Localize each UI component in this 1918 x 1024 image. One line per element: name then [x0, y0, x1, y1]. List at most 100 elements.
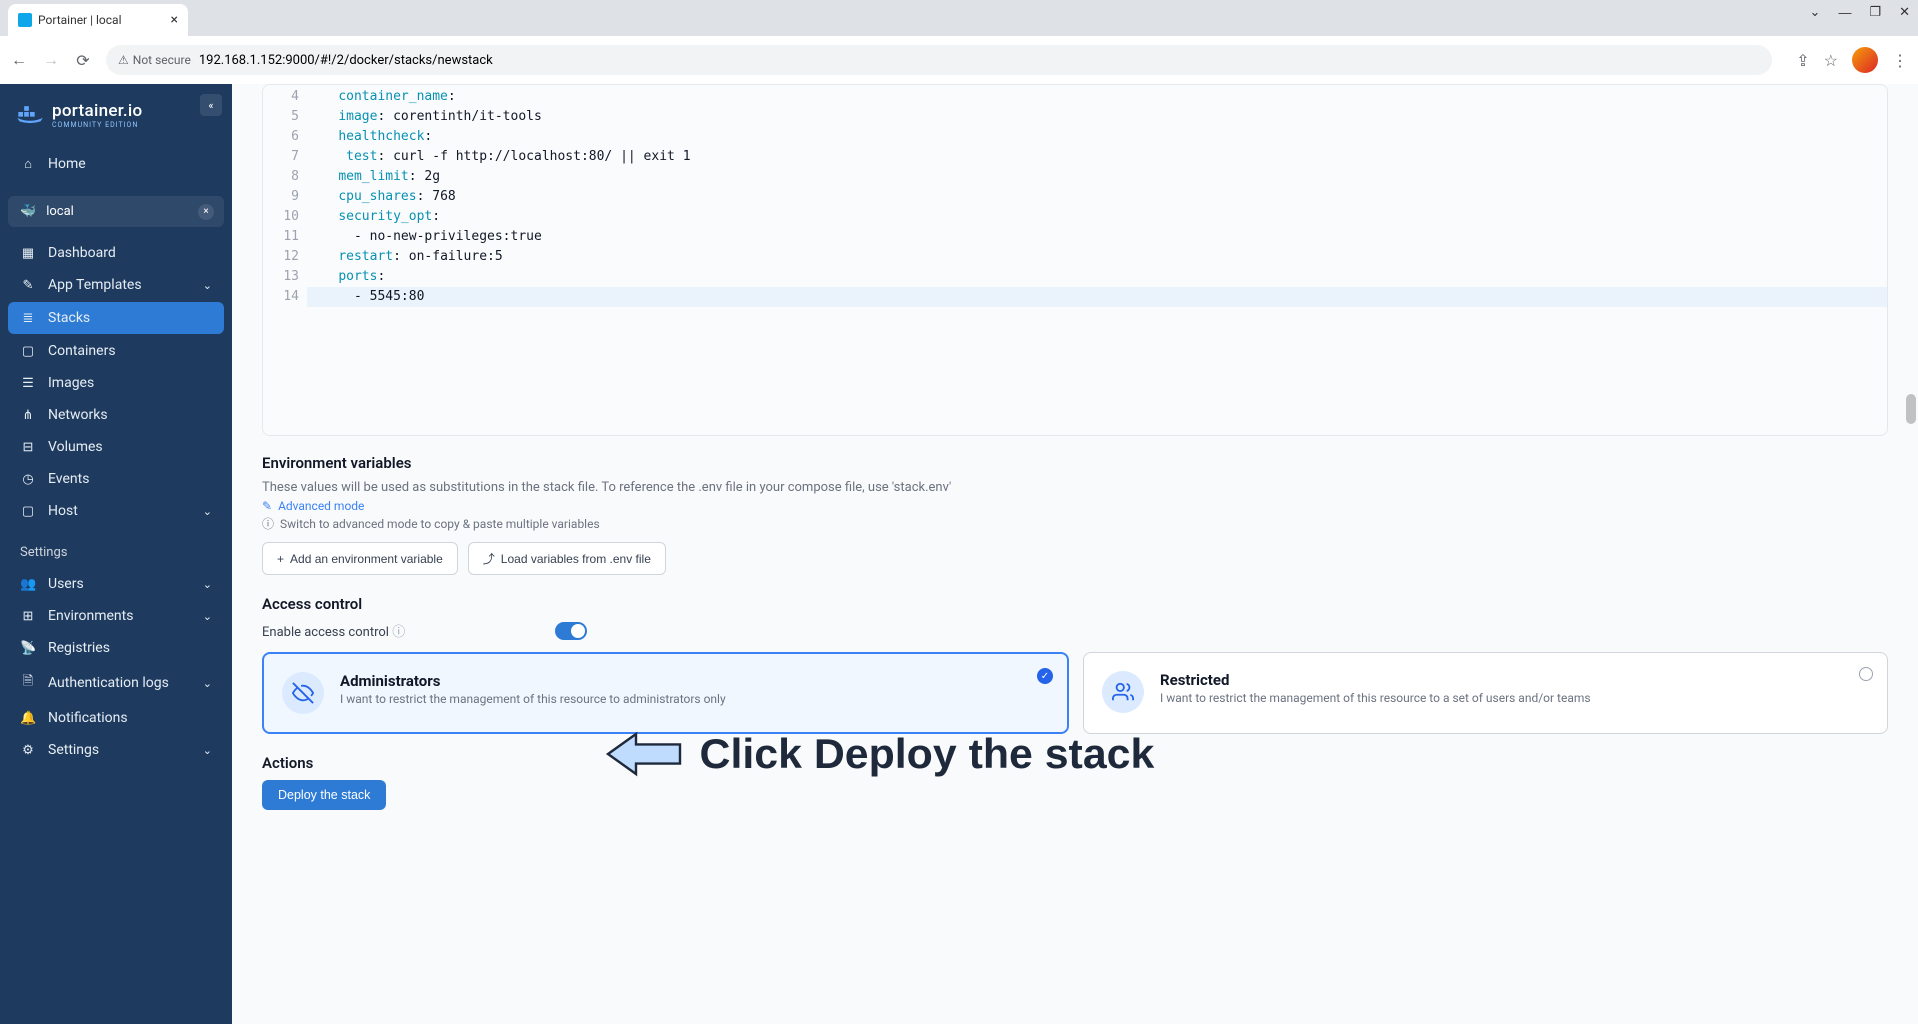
access-option-administrators[interactable]: Administrators I want to restrict the ma… [262, 652, 1069, 734]
docker-icon: 🐳 [20, 204, 36, 219]
chevron-down-icon[interactable]: ⌄ [1810, 4, 1821, 20]
sidebar-item-label: Containers [48, 343, 116, 359]
sidebar-item-label: Notifications [48, 710, 128, 726]
plus-icon: + [277, 552, 284, 566]
section-title: Access control [262, 595, 1888, 613]
environment-pill[interactable]: 🐳 local × [8, 196, 224, 227]
nav-icon: ⊟ [20, 440, 36, 455]
nav-icon: ✎ [20, 278, 36, 293]
env-button-row: + Add an environment variable ⤴ Load var… [262, 542, 1888, 575]
url-text: 192.168.1.152:9000/#!/2/docker/stacks/ne… [199, 53, 493, 68]
chevron-down-icon: ⌄ [203, 744, 212, 757]
sidebar-item-settings[interactable]: ⚙Settings⌄ [0, 734, 232, 766]
chevron-down-icon: ⌄ [203, 505, 212, 518]
minimize-icon[interactable]: ― [1838, 5, 1851, 20]
sidebar-item-label: Networks [48, 407, 108, 423]
card-desc: I want to restrict the management of thi… [340, 692, 726, 706]
access-control-toggle[interactable] [555, 622, 587, 640]
warning-icon: ⚠ [118, 53, 129, 67]
section-access-control: Access control Enable access control ⓘ A… [262, 595, 1888, 734]
tab-close-icon[interactable]: × [171, 12, 178, 28]
sidebar: « portainer.io COMMUNITY EDITION ⌂ Home … [0, 84, 232, 1024]
home-icon: ⌂ [20, 156, 36, 172]
env-help-text: These values will be used as substitutio… [262, 480, 1888, 495]
back-icon[interactable]: ← [10, 51, 28, 69]
window-controls: ⌄ ― ❐ ✕ [1810, 4, 1910, 20]
sidebar-item-home[interactable]: ⌂ Home [0, 148, 232, 180]
maximize-icon[interactable]: ❐ [1869, 4, 1881, 20]
sidebar-item-stacks[interactable]: ≣ Stacks [8, 302, 224, 334]
app-root: « portainer.io COMMUNITY EDITION ⌂ Home … [0, 84, 1918, 1024]
sidebar-item-images[interactable]: ☰Images [0, 367, 232, 399]
scrollbar-thumb[interactable] [1906, 394, 1916, 424]
sidebar-item-host[interactable]: ▢ Host ⌄ [0, 495, 232, 527]
browser-chrome: Portainer | local × ⌄ ― ❐ ✕ ← → ⟳ ⚠ Not … [0, 0, 1918, 84]
sidebar-item-label: Settings [48, 742, 99, 758]
browser-tab[interactable]: Portainer | local × [8, 4, 188, 36]
sidebar-item-notifications[interactable]: 🔔Notifications [0, 702, 232, 734]
sidebar-item-label: Host [48, 503, 78, 519]
chevron-down-icon: ⌄ [203, 578, 212, 591]
nav-icon: 📡 [20, 641, 36, 656]
security-badge[interactable]: ⚠ Not secure [118, 53, 191, 67]
bookmark-icon[interactable]: ☆ [1824, 51, 1838, 70]
enable-access-control-row: Enable access control ⓘ [262, 621, 1888, 640]
reload-icon[interactable]: ⟳ [74, 51, 92, 69]
sidebar-item-label: Events [48, 471, 89, 487]
forward-icon[interactable]: → [42, 51, 60, 69]
nav-icon: 👥 [20, 577, 36, 592]
card-title: Restricted [1160, 671, 1591, 689]
sidebar-item-label: Registries [48, 640, 110, 656]
close-window-icon[interactable]: ✕ [1899, 4, 1910, 20]
profile-avatar-icon[interactable] [1852, 47, 1878, 73]
addr-bar-right: ⇪ ☆ ⋮ [1796, 47, 1908, 73]
close-env-icon[interactable]: × [198, 204, 214, 220]
code-editor[interactable]: 4567891011121314 container_name: image: … [263, 85, 1887, 435]
help-icon[interactable]: ⓘ [392, 625, 405, 640]
sidebar-item-label: Images [48, 375, 94, 391]
sidebar-item-events[interactable]: ◷ Events [0, 463, 232, 495]
nav-icon: ▢ [20, 504, 36, 519]
tab-favicon-icon [18, 13, 32, 27]
access-option-restricted[interactable]: Restricted I want to restrict the manage… [1083, 652, 1888, 734]
advanced-mode-tip: ⓘ Switch to advanced mode to copy & past… [262, 515, 1888, 532]
menu-icon[interactable]: ⋮ [1892, 51, 1908, 70]
users-icon [1102, 671, 1144, 713]
load-env-file-button[interactable]: ⤴ Load variables from .env file [468, 542, 666, 575]
sidebar-item-app-templates[interactable]: ✎App Templates⌄ [0, 269, 232, 301]
sidebar-item-containers[interactable]: ▢Containers [0, 335, 232, 367]
sidebar-item-dashboard[interactable]: ▦Dashboard [0, 237, 232, 269]
sidebar-item-label: Stacks [48, 310, 90, 326]
nav-icon: ◷ [20, 472, 36, 487]
settings-header: Settings [0, 527, 232, 568]
nav-icon: ≣ [20, 311, 36, 326]
sidebar-item-environments[interactable]: ⊞Environments⌄ [0, 600, 232, 632]
upload-icon: ⤴ [483, 550, 495, 567]
logo-subtitle: COMMUNITY EDITION [52, 121, 143, 129]
collapse-sidebar-icon[interactable]: « [200, 94, 222, 116]
sidebar-item-label: App Templates [48, 277, 142, 293]
sidebar-item-volumes[interactable]: ⊟Volumes [0, 431, 232, 463]
logo[interactable]: portainer.io COMMUNITY EDITION [0, 98, 232, 148]
sidebar-item-label: Users [48, 576, 84, 592]
share-icon[interactable]: ⇪ [1796, 51, 1809, 70]
advanced-mode-link[interactable]: ✎ Advanced mode [262, 499, 1888, 513]
card-desc: I want to restrict the management of thi… [1160, 691, 1591, 705]
sidebar-item-networks[interactable]: ⋔Networks [0, 399, 232, 431]
add-env-var-button[interactable]: + Add an environment variable [262, 542, 458, 575]
code-body[interactable]: container_name: image: corentinth/it-too… [307, 85, 1887, 435]
code-editor-panel: 4567891011121314 container_name: image: … [262, 84, 1888, 436]
deploy-stack-button[interactable]: Deploy the stack [262, 780, 386, 810]
sidebar-item-registries[interactable]: 📡 Registries [0, 632, 232, 664]
radio-unselected-icon [1859, 667, 1873, 681]
card-title: Administrators [340, 672, 726, 690]
sidebar-item-label: Authentication logs [48, 675, 169, 691]
sidebar-item-users[interactable]: 👥 Users ⌄ [0, 568, 232, 600]
url-field[interactable]: ⚠ Not secure 192.168.1.152:9000/#!/2/doc… [106, 45, 1772, 75]
chevron-down-icon: ⌄ [203, 677, 212, 690]
section-title: Actions [262, 754, 1888, 772]
nav-icon: 🗎 [20, 672, 36, 694]
sidebar-item-authentication-logs[interactable]: 🗎 Authentication logs ⌄ [0, 664, 232, 702]
chevron-down-icon: ⌄ [203, 610, 212, 623]
environment-name: local [46, 204, 74, 219]
